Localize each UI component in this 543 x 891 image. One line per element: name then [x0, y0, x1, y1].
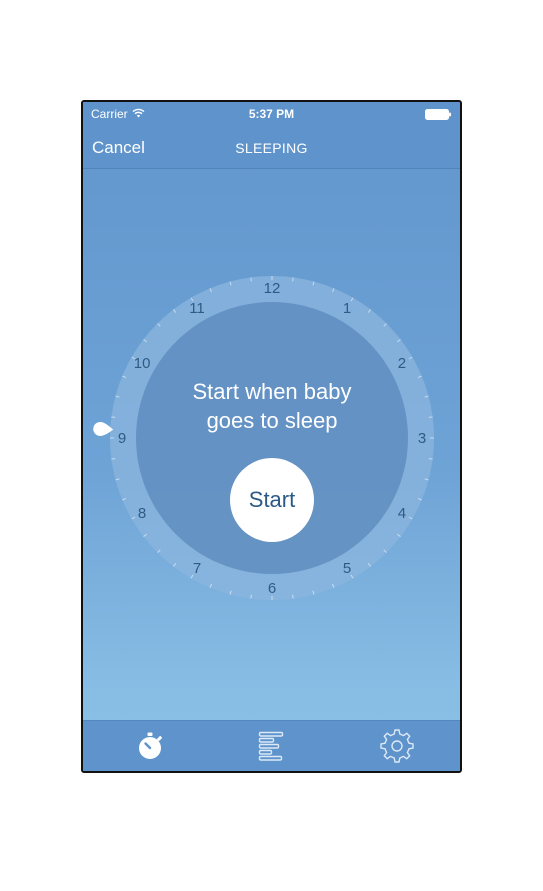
dial-hour-label: 12 [264, 280, 281, 297]
dial-hour-label: 5 [343, 560, 351, 577]
dial-prompt: Start when baby goes to sleep [169, 377, 375, 435]
timeline-icon [254, 728, 290, 764]
tab-timer[interactable] [132, 728, 168, 764]
tab-bar [83, 720, 460, 771]
start-button[interactable]: Start [230, 458, 314, 542]
dial-hour-label: 6 [268, 580, 276, 597]
stopwatch-icon [132, 728, 168, 764]
gear-icon [379, 728, 415, 764]
dial-tick [250, 594, 252, 599]
dial-tick [428, 458, 433, 460]
dial-hour-label: 4 [398, 505, 406, 522]
dial-tick [250, 277, 252, 282]
dial-hour-label: 9 [118, 430, 126, 447]
dial-hour-label: 8 [138, 505, 146, 522]
dial-hour-label: 2 [398, 355, 406, 372]
tab-settings[interactable] [379, 728, 415, 764]
dial-hour-label: 3 [418, 430, 426, 447]
dial-prompt-line-1: Start when baby [192, 379, 352, 404]
dial-tick [292, 277, 294, 282]
dial-tick [292, 594, 294, 599]
dial-tick [111, 458, 116, 460]
dial-tick [111, 416, 116, 418]
dial-hour-label: 11 [189, 300, 205, 317]
tab-timeline[interactable] [254, 728, 290, 764]
dial-hour-label: 1 [343, 300, 351, 317]
dial-prompt-line-2: goes to sleep [206, 408, 338, 433]
dial-hour-label: 7 [193, 560, 201, 577]
dial-hour-label: 10 [134, 355, 151, 372]
dial-tick [428, 416, 433, 418]
phone-screen: Carrier 5:37 PM Cancel SLEEPING 12 1 2 3 4 5 6… [81, 100, 462, 773]
